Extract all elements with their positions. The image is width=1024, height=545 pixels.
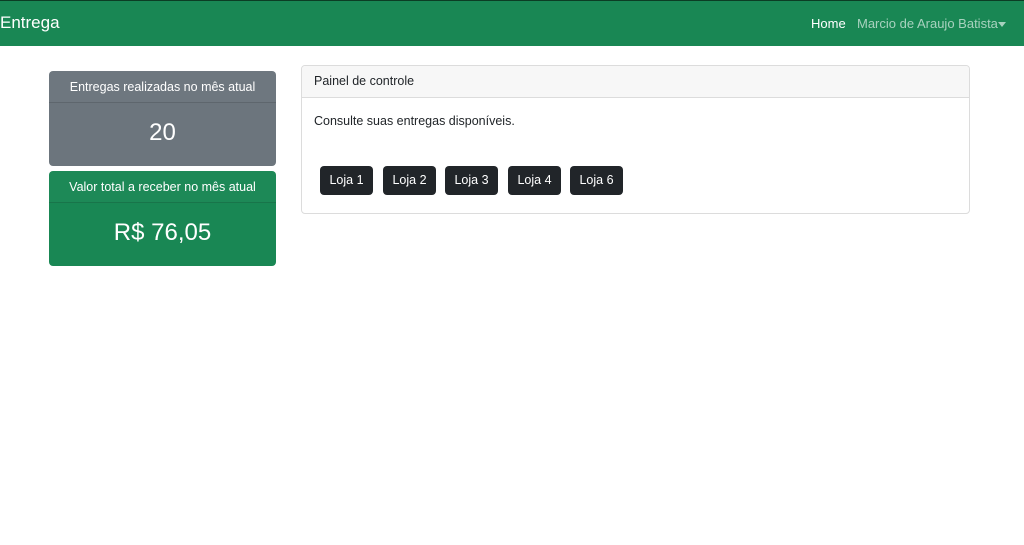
chevron-down-icon[interactable] [998, 22, 1006, 27]
navbar-brand[interactable]: Entrega [0, 13, 60, 33]
control-panel-header: Painel de controle [302, 66, 969, 98]
loja-1-button[interactable]: Loja 1 [320, 166, 373, 195]
user-menu-toggle[interactable]: Marcio de Araujo Batista [857, 16, 998, 31]
navbar: Entrega Home Marcio de Araujo Batista [0, 0, 1024, 46]
deliveries-card-header: Entregas realizadas no mês atual [49, 71, 276, 103]
control-panel: Painel de controle Consulte suas entrega… [301, 65, 970, 214]
total-value-amount: R$ 76,05 [113, 219, 212, 246]
total-value-card: Valor total a receber no mês atual R$ 76… [49, 171, 276, 266]
loja-4-button[interactable]: Loja 4 [508, 166, 561, 195]
loja-2-button[interactable]: Loja 2 [383, 166, 436, 195]
deliveries-card: Entregas realizadas no mês atual 20 [49, 71, 276, 166]
loja-3-button[interactable]: Loja 3 [445, 166, 498, 195]
deliveries-count: 20 [149, 119, 176, 146]
loja-6-button[interactable]: Loja 6 [570, 166, 623, 195]
control-panel-text: Consulte suas entregas disponíveis. [314, 114, 515, 128]
nav-home-link[interactable]: Home [811, 16, 846, 31]
total-value-card-header: Valor total a receber no mês atual [49, 171, 276, 203]
